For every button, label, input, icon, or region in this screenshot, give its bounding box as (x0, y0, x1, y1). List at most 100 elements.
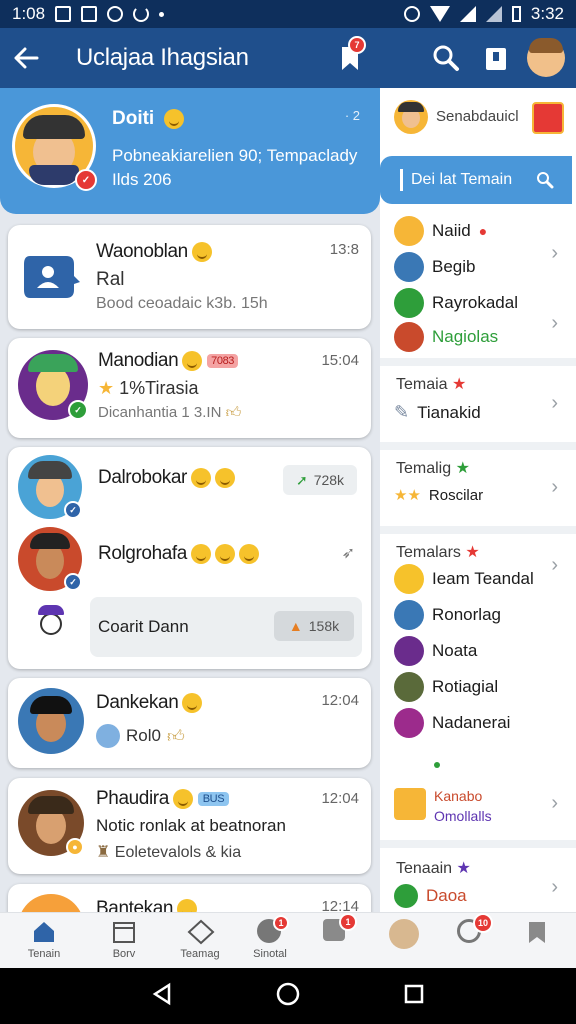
chat-card[interactable]: ✓ Manodian 7083 15:04 ★ 1%Tirasia Dicanh… (8, 338, 371, 438)
nav-item-notify[interactable]: 1 Sinotal (242, 915, 298, 965)
chat-line1: Notic ronlak at beatnoran (96, 816, 286, 835)
team-icon (187, 919, 215, 945)
section-card[interactable]: Tenaain ★ Daoa › (380, 848, 576, 912)
chat-avatar: ✓ (18, 455, 82, 519)
person-row[interactable]: Rotiagial (394, 672, 498, 702)
chat-group-card[interactable]: ✓ Dalrobokar ➚ 728k ✓ Rolgrohafa ➶ Coarit… (8, 447, 371, 669)
calendar-icon (111, 919, 137, 945)
back-button[interactable] (0, 28, 52, 88)
tool-icon: ✎ (394, 402, 410, 422)
person-avatar (394, 708, 424, 738)
nav-item-home[interactable]: Tenain (16, 919, 72, 965)
chat-card[interactable]: Waonoblan 13:8 Ral Bood ceoadaic k3b. 15… (8, 225, 371, 329)
recents-nav-button[interactable] (403, 983, 425, 1010)
chat-line1: ★ 1%Tirasia (98, 378, 199, 398)
chevron-right-icon[interactable]: › (551, 476, 558, 499)
search-icon (433, 45, 459, 71)
search-accent (400, 169, 403, 191)
star-icon: ★ (455, 460, 470, 477)
chevron-right-icon[interactable]: › (551, 392, 558, 415)
chevron-right-icon[interactable]: › (551, 312, 558, 335)
notifications-button[interactable]: 7 (330, 36, 370, 78)
reaction-pill[interactable]: ▲ 158k (274, 611, 354, 641)
divider (380, 526, 576, 534)
nav-label: Sinotal (253, 948, 287, 960)
chat-avatar (18, 894, 84, 912)
emoji-icon (172, 788, 193, 809)
nav-item-chat[interactable]: 1 (308, 913, 364, 965)
leaf-icon: ➚ (295, 471, 308, 488)
emoji-icon (177, 898, 198, 912)
back-nav-button[interactable] (151, 982, 173, 1011)
gallery-icon (81, 6, 98, 22)
screen: 1:08 3:32 Uclajaa Ihagsian 7 ✓ Doiti · 2… (0, 0, 576, 1024)
profile-hero-card[interactable]: ✓ Doiti · 2 Pobneakiarelien 90; Tempacla… (0, 88, 380, 214)
side-search[interactable]: Dei lat Temain (380, 156, 572, 204)
promo-line2: Omollalls (434, 808, 492, 824)
dot-icon (159, 11, 165, 17)
person-row[interactable]: Noata (394, 636, 477, 666)
chevron-right-icon[interactable]: › (551, 876, 558, 899)
page-title: Uclajaa Ihagsian (76, 44, 249, 71)
emoji-icon (238, 543, 259, 564)
chat-card[interactable]: Bantekan 12:14 (8, 884, 371, 912)
sync-icon (133, 6, 150, 22)
nav-item-bookmark[interactable] (510, 919, 566, 965)
shoe-icon: ▲ (288, 618, 303, 634)
nav-item-profile[interactable] (376, 919, 432, 965)
person-avatar (394, 636, 424, 666)
wifi-icon (429, 6, 450, 22)
section-card[interactable]: Temalars ★ › Ieam Teandal Ronorlag Noata… (380, 534, 576, 750)
nav-item-alert[interactable]: 10 (442, 913, 498, 965)
chat-card[interactable]: ● Phaudira BUS 12:04 Notic ronlak at bea… (8, 778, 371, 874)
app-badge-icon[interactable] (532, 102, 564, 134)
chevron-right-icon[interactable]: › (551, 554, 558, 577)
status-time: 1:08 (12, 4, 46, 23)
chevron-right-icon[interactable]: › (551, 242, 558, 265)
clipboard-button[interactable] (476, 38, 516, 78)
chevron-right-icon[interactable]: › (551, 792, 558, 815)
chat-name: Phaudira BUS (96, 788, 230, 810)
person-row[interactable]: Ieam Teandal (394, 564, 534, 594)
person-row[interactable]: Begib (394, 252, 475, 282)
system-nav (0, 968, 576, 1024)
mascot-icon (34, 603, 68, 643)
side-top: Senabdauicl (380, 88, 576, 150)
person-row[interactable]: Rayrokadal (394, 288, 518, 318)
emoji-icon (182, 350, 203, 371)
section-card[interactable]: Temaia ★ ✎ Tianakid › (380, 366, 576, 442)
person-row[interactable]: Naiid ● (394, 216, 487, 246)
nav-item-team[interactable]: Teamag (172, 919, 228, 965)
person-avatar (394, 564, 424, 594)
emoji-icon (190, 543, 211, 564)
chat-tag: BUS (197, 791, 230, 806)
person-row[interactable]: Nadanerai (394, 708, 510, 738)
section-card[interactable]: Temalig ★ ★★ Roscilar › (380, 450, 576, 526)
bottom-nav: Tenain Borv Teamag 1 Sinotal 1 10 (0, 912, 576, 968)
status-bar: 1:08 3:32 (0, 0, 576, 28)
emoji-icon (182, 692, 203, 713)
side-avatar (394, 100, 428, 134)
reaction-pill[interactable]: ➚ 728k (283, 465, 357, 495)
person-row[interactable]: Nagiolas (394, 322, 498, 352)
reply-preview[interactable]: Coarit Dann ▲ 158k (90, 597, 362, 657)
home-nav-button[interactable] (275, 981, 301, 1012)
side-panel: Senabdauicl Dei lat Temain Naiid ● Begib … (380, 88, 576, 912)
profile-avatar-button[interactable] (526, 38, 566, 78)
emoji-icon (163, 108, 184, 129)
clipboard-icon (486, 48, 506, 70)
person-avatar (394, 672, 424, 702)
chat-line2: Bood ceoadaic k3b. 15h (96, 295, 268, 312)
chat-card[interactable]: Dankekan 12:04 Rol0 👍︎ (8, 678, 371, 768)
share-icon[interactable]: ➶ (342, 543, 355, 563)
promo-card[interactable]: Kanabo Omollalls › (380, 756, 576, 840)
person-avatar (394, 252, 424, 282)
star-icon: ★ (465, 544, 480, 561)
person-row[interactable]: Ronorlag (394, 600, 501, 630)
profile-icon (389, 919, 419, 949)
search-button[interactable] (426, 38, 466, 78)
nav-item-calendar[interactable]: Borv (96, 919, 152, 965)
bag-icon: ♜ (96, 844, 111, 861)
circle-home-icon (276, 982, 300, 1005)
promo-icon (394, 788, 426, 820)
